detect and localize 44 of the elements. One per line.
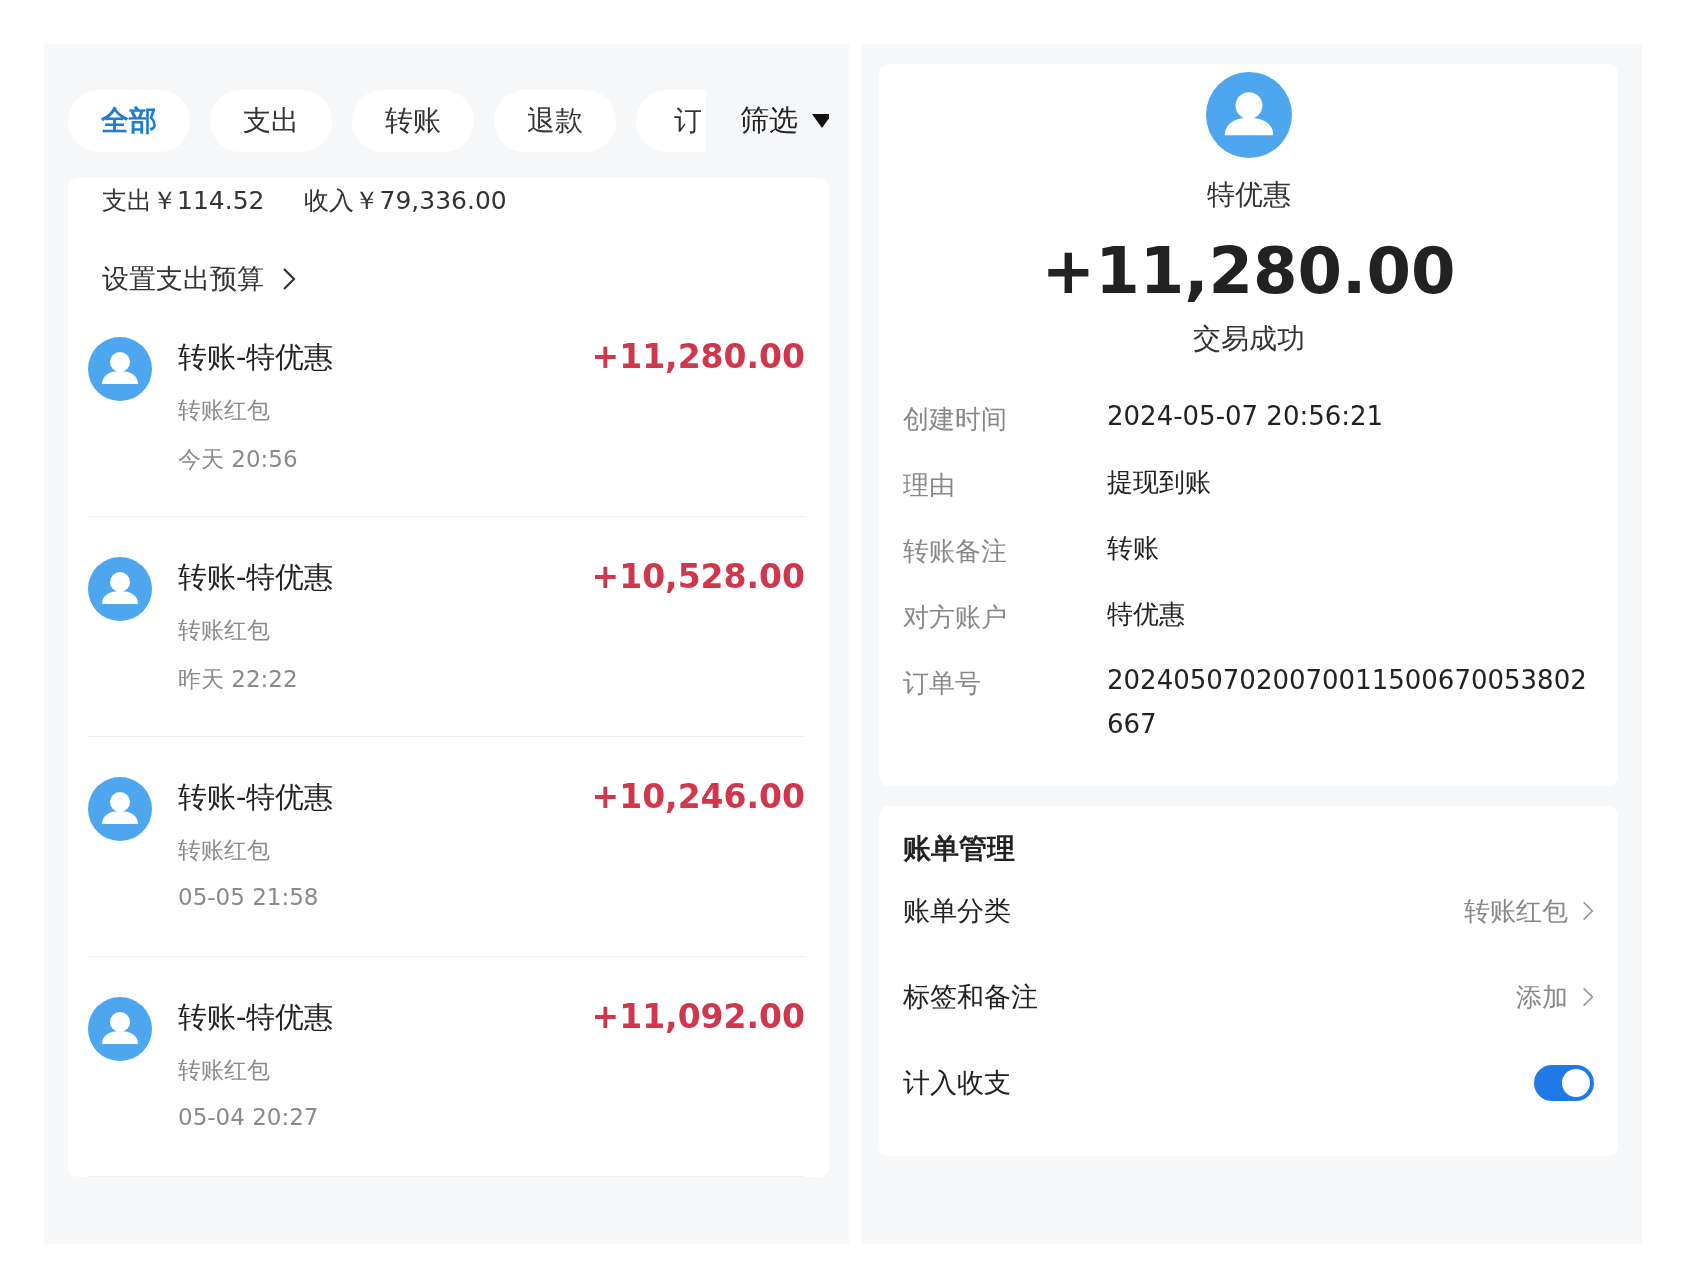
setting-label: 计入收支 (903, 1066, 1011, 1100)
income-total: 收入￥79,336.00 (304, 185, 507, 217)
detail-label: 理由 (903, 469, 956, 502)
transaction-time: 昨天 22:22 (178, 665, 299, 694)
payer-name: 特优惠 (1206, 177, 1291, 213)
setting-label: 标签和备注 (903, 980, 1038, 1014)
filter-tab[interactable]: 支出 (210, 90, 332, 152)
detail-value: 特优惠 (1107, 598, 1186, 631)
transaction-time: 05-05 21:58 (178, 884, 320, 910)
transaction-amount: +11,280.00 (591, 337, 805, 377)
detail-label: 转账备注 (903, 535, 1008, 568)
detail-label: 订单号 (903, 667, 982, 700)
transaction-category: 转账红包 (178, 1056, 271, 1085)
detail-value: 20240507020070011500670053802667 (1107, 664, 1588, 741)
expense-total: 支出￥114.52 (102, 185, 265, 217)
transaction-category: 转账红包 (178, 396, 271, 425)
setting-value-link[interactable]: 转账红包 (1464, 893, 1594, 929)
section-title: 账单管理 (903, 831, 1016, 867)
detail-value: 转账 (1107, 532, 1160, 565)
transaction-amount: +10,528.00 (591, 557, 805, 597)
detail-value: 2024-05-07 20:56:21 (1107, 400, 1385, 433)
transaction-title: 转账-特优惠 (178, 779, 335, 816)
transaction-category: 转账红包 (178, 616, 271, 645)
detail-label: 对方账户 (903, 601, 1008, 634)
filter-tab[interactable]: 转账 (352, 90, 474, 152)
setting-value-link[interactable]: 添加 (1516, 979, 1594, 1015)
transaction-time: 今天 20:56 (178, 445, 299, 474)
transaction-amount: +11,280.00 (1041, 234, 1456, 308)
transaction-amount: +10,246.00 (591, 777, 805, 817)
detail-label: 创建时间 (903, 403, 1008, 436)
filter-tab[interactable]: 全部 (68, 90, 190, 152)
filter-tab[interactable]: 订 (636, 90, 706, 152)
filter-button[interactable]: 筛选 (726, 90, 829, 152)
transaction-title: 转账-特优惠 (178, 999, 335, 1036)
transaction-title: 转账-特优惠 (178, 339, 335, 376)
filter-tab[interactable]: 退款 (494, 90, 616, 152)
transaction-time: 05-04 20:27 (178, 1104, 320, 1130)
detail-value: 提现到账 (1107, 466, 1212, 499)
transaction-category: 转账红包 (178, 836, 271, 865)
transaction-title: 转账-特优惠 (178, 559, 335, 596)
setting-label: 账单分类 (903, 894, 1011, 928)
transaction-amount: +11,092.00 (591, 997, 805, 1037)
transaction-status: 交易成功 (1192, 321, 1305, 357)
budget-link[interactable]: 设置支出预算 (102, 261, 296, 297)
